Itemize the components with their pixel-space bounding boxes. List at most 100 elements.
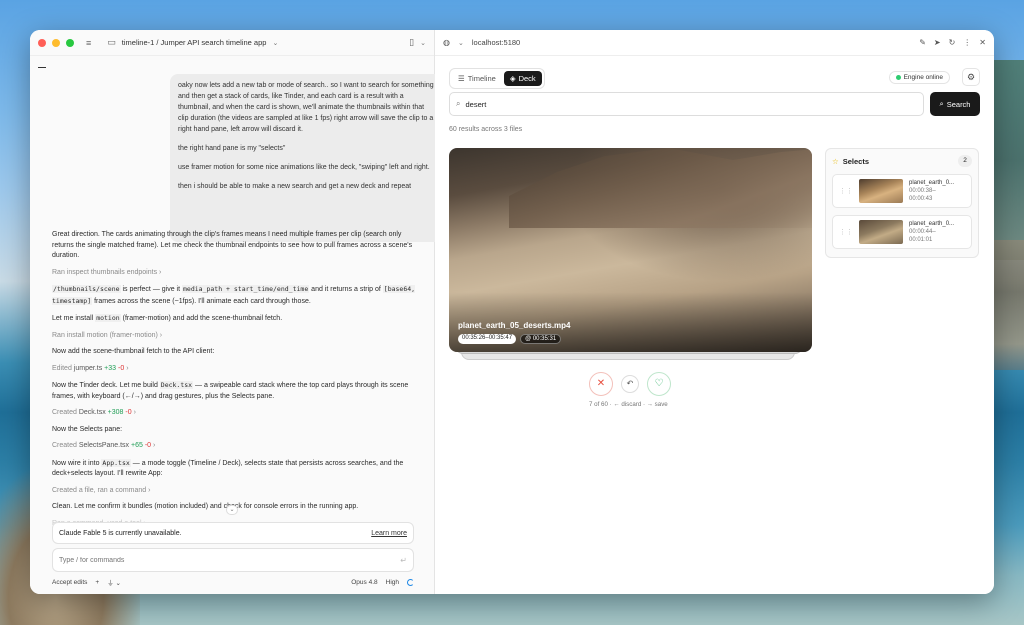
plus-icon[interactable]: +	[95, 579, 99, 586]
tool-call[interactable]: Created a file, ran a command ›	[52, 486, 422, 497]
app-window: ≡ ▭ timeline-1 / Jumper API search timel…	[30, 30, 994, 594]
window-title[interactable]: timeline-1 / Jumper API search timeline …	[122, 38, 267, 47]
composer-input[interactable]	[59, 556, 401, 564]
select-end: 00:01:01	[909, 237, 933, 243]
text-span: Now wire it into	[52, 459, 102, 467]
inline-code: media_path + start_time/end_time	[182, 285, 310, 293]
chevron-down-icon[interactable]: ⌄	[420, 39, 426, 47]
chevron-down-icon[interactable]: ⌄	[272, 39, 278, 47]
create-call[interactable]: Created SelectsPane.tsx +65 -0 ›	[52, 441, 422, 452]
top-card[interactable]: planet_earth_05_deserts.mp4 00:35:26–00:…	[449, 148, 812, 352]
chevron-right-icon: ›	[133, 409, 136, 416]
edit-call[interactable]: Edited jumper.ts +33 -0 ›	[52, 364, 422, 375]
drag-handle-icon[interactable]: ⋮⋮	[839, 228, 853, 236]
assistant-message: Now the Selects pane:	[52, 425, 123, 433]
composer: ↵	[52, 548, 414, 572]
search-input[interactable]	[465, 99, 917, 109]
select-name: planet_earth_0...	[909, 180, 955, 186]
model-selector[interactable]: Opus 4.8	[351, 579, 377, 586]
chevron-down-icon[interactable]: ⌄	[458, 39, 464, 47]
assistant-message: Now the Tinder deck. Let me build Deck.t…	[52, 380, 422, 402]
lines-removed: -0	[144, 442, 152, 449]
url-field[interactable]: localhost:5180	[472, 38, 520, 47]
browser-pane: ◍ ⌄ localhost:5180 ✎ ➤ ↻ ⋮ ✕ ☰ Timeline ◈…	[435, 30, 994, 594]
tab-deck[interactable]: ◈ Deck	[503, 71, 542, 86]
gear-icon: ⚙	[966, 72, 976, 82]
accept-edits-toggle[interactable]: Accept edits	[52, 579, 87, 586]
card-chips: 00:35:26–00:35:47 @ 00:35:31	[458, 334, 562, 344]
tab-timeline[interactable]: ☰ Timeline	[452, 71, 502, 86]
scroll-down-button[interactable]: ⌄	[226, 505, 238, 515]
card-range-chip: 00:35:26–00:35:47	[458, 334, 517, 344]
selects-pane: ☆ Selects 2 ⋮⋮ planet_earth_0... 00:00:3…	[825, 148, 979, 258]
chevron-right-icon: ›	[126, 364, 129, 372]
tab-label: Deck	[518, 74, 536, 83]
text-span: Now the Tinder deck. Let me build	[52, 382, 160, 389]
settings-button[interactable]: ⚙	[962, 68, 980, 86]
effort-selector[interactable]: High	[386, 579, 399, 586]
select-item[interactable]: ⋮⋮ planet_earth_0... 00:00:38– 00:00:43	[832, 174, 972, 208]
lines-removed: -0	[125, 409, 132, 416]
tool-call[interactable]: Ran install motion (framer-motion) ›	[52, 331, 422, 342]
text-span: and it returns a strip of	[309, 286, 383, 293]
edit-label: Edited	[52, 364, 72, 372]
chat-pane: ≡ ▭ timeline-1 / Jumper API search timel…	[30, 30, 442, 594]
assistant-conversation: Great direction. The cards animating thr…	[52, 230, 422, 535]
undo-button[interactable]: ↶	[621, 375, 639, 393]
more-icon[interactable]: ⋮	[963, 38, 971, 47]
star-icon: ☆	[832, 156, 839, 166]
menu-icon[interactable]: ≡	[86, 38, 91, 48]
selects-title: Selects	[842, 156, 870, 166]
notice-text: Claude Fable 5 is currently unavailable.	[59, 529, 182, 537]
unavailable-notice: Claude Fable 5 is currently unavailable.…	[52, 522, 414, 544]
maximize-window-button[interactable]	[66, 38, 74, 47]
tool-call-label: Ran install motion (framer-motion)	[52, 331, 158, 339]
assistant-message: Great direction. The cards animating thr…	[52, 231, 413, 259]
text-span: is perfect — give it	[120, 286, 182, 293]
minimize-window-button[interactable]	[52, 38, 60, 47]
send-icon[interactable]: ↵	[400, 556, 407, 565]
card-thumbnail-mountain	[509, 148, 812, 228]
card-timestamp-chip: @ 00:35:31	[520, 334, 562, 344]
tab-label: Timeline	[467, 74, 496, 83]
loading-spinner-icon	[407, 578, 414, 586]
discard-button[interactable]: ✕	[589, 372, 613, 396]
deck-actions: ✕ ↶ ♡	[589, 372, 671, 396]
search-icon: ⌕	[939, 99, 944, 108]
search-button[interactable]: ⌕ Search	[930, 92, 980, 116]
assistant-message: Now add the scene-thumbnail fetch to the…	[52, 348, 215, 355]
learn-more-link[interactable]: Learn more	[371, 530, 407, 537]
save-button[interactable]: ♡	[647, 372, 671, 396]
selects-count-badge: 2	[958, 155, 972, 167]
inline-code: Deck.tsx	[159, 381, 194, 389]
search-icon: ⌕	[456, 99, 461, 108]
select-item[interactable]: ⋮⋮ planet_earth_0... 00:00:44– 00:01:01	[832, 215, 972, 249]
create-call[interactable]: Created Deck.tsx +308 -0 ›	[52, 408, 422, 419]
microphone-icon[interactable]: ⏚ ⌄	[107, 577, 121, 587]
select-thumbnail	[859, 179, 903, 203]
laptop-icon: ▭	[107, 37, 116, 47]
engine-status-text: Engine online	[903, 74, 943, 81]
select-meta: planet_earth_0... 00:00:38– 00:00:43	[909, 179, 954, 203]
user-message: oaky now lets add a new tab or mode of s…	[170, 74, 442, 242]
chevron-right-icon: ›	[148, 486, 151, 494]
chevron-right-icon: ›	[159, 331, 163, 339]
close-icon[interactable]: ✕	[979, 38, 986, 47]
refresh-icon[interactable]: ↻	[949, 38, 956, 47]
cursor-icon[interactable]: ➤	[934, 38, 941, 47]
search-button-label: Search	[946, 99, 971, 109]
card-filename: planet_earth_05_deserts.mp4	[458, 321, 571, 330]
lines-added: +308	[107, 409, 124, 416]
chevron-right-icon: ›	[159, 268, 162, 276]
search-row: ⌕ ⌕Search	[449, 92, 980, 116]
close-window-button[interactable]	[38, 38, 46, 47]
composer-toolbar: Accept edits + ⏚ ⌄ Opus 4.8 High	[52, 576, 414, 588]
pencil-icon[interactable]: ✎	[919, 38, 926, 47]
panel-toggle-icon[interactable]: ▯	[409, 37, 414, 48]
status-dot-icon	[895, 75, 901, 80]
select-start: 00:00:44–	[909, 229, 936, 235]
tool-call[interactable]: Ran inspect thumbnails endpoints ›	[52, 268, 422, 279]
assistant-message: Now wire it into App.tsx — a mode toggle…	[52, 458, 422, 480]
drag-handle-icon[interactable]: ⋮⋮	[839, 187, 853, 195]
lines-added: +33	[104, 364, 117, 372]
